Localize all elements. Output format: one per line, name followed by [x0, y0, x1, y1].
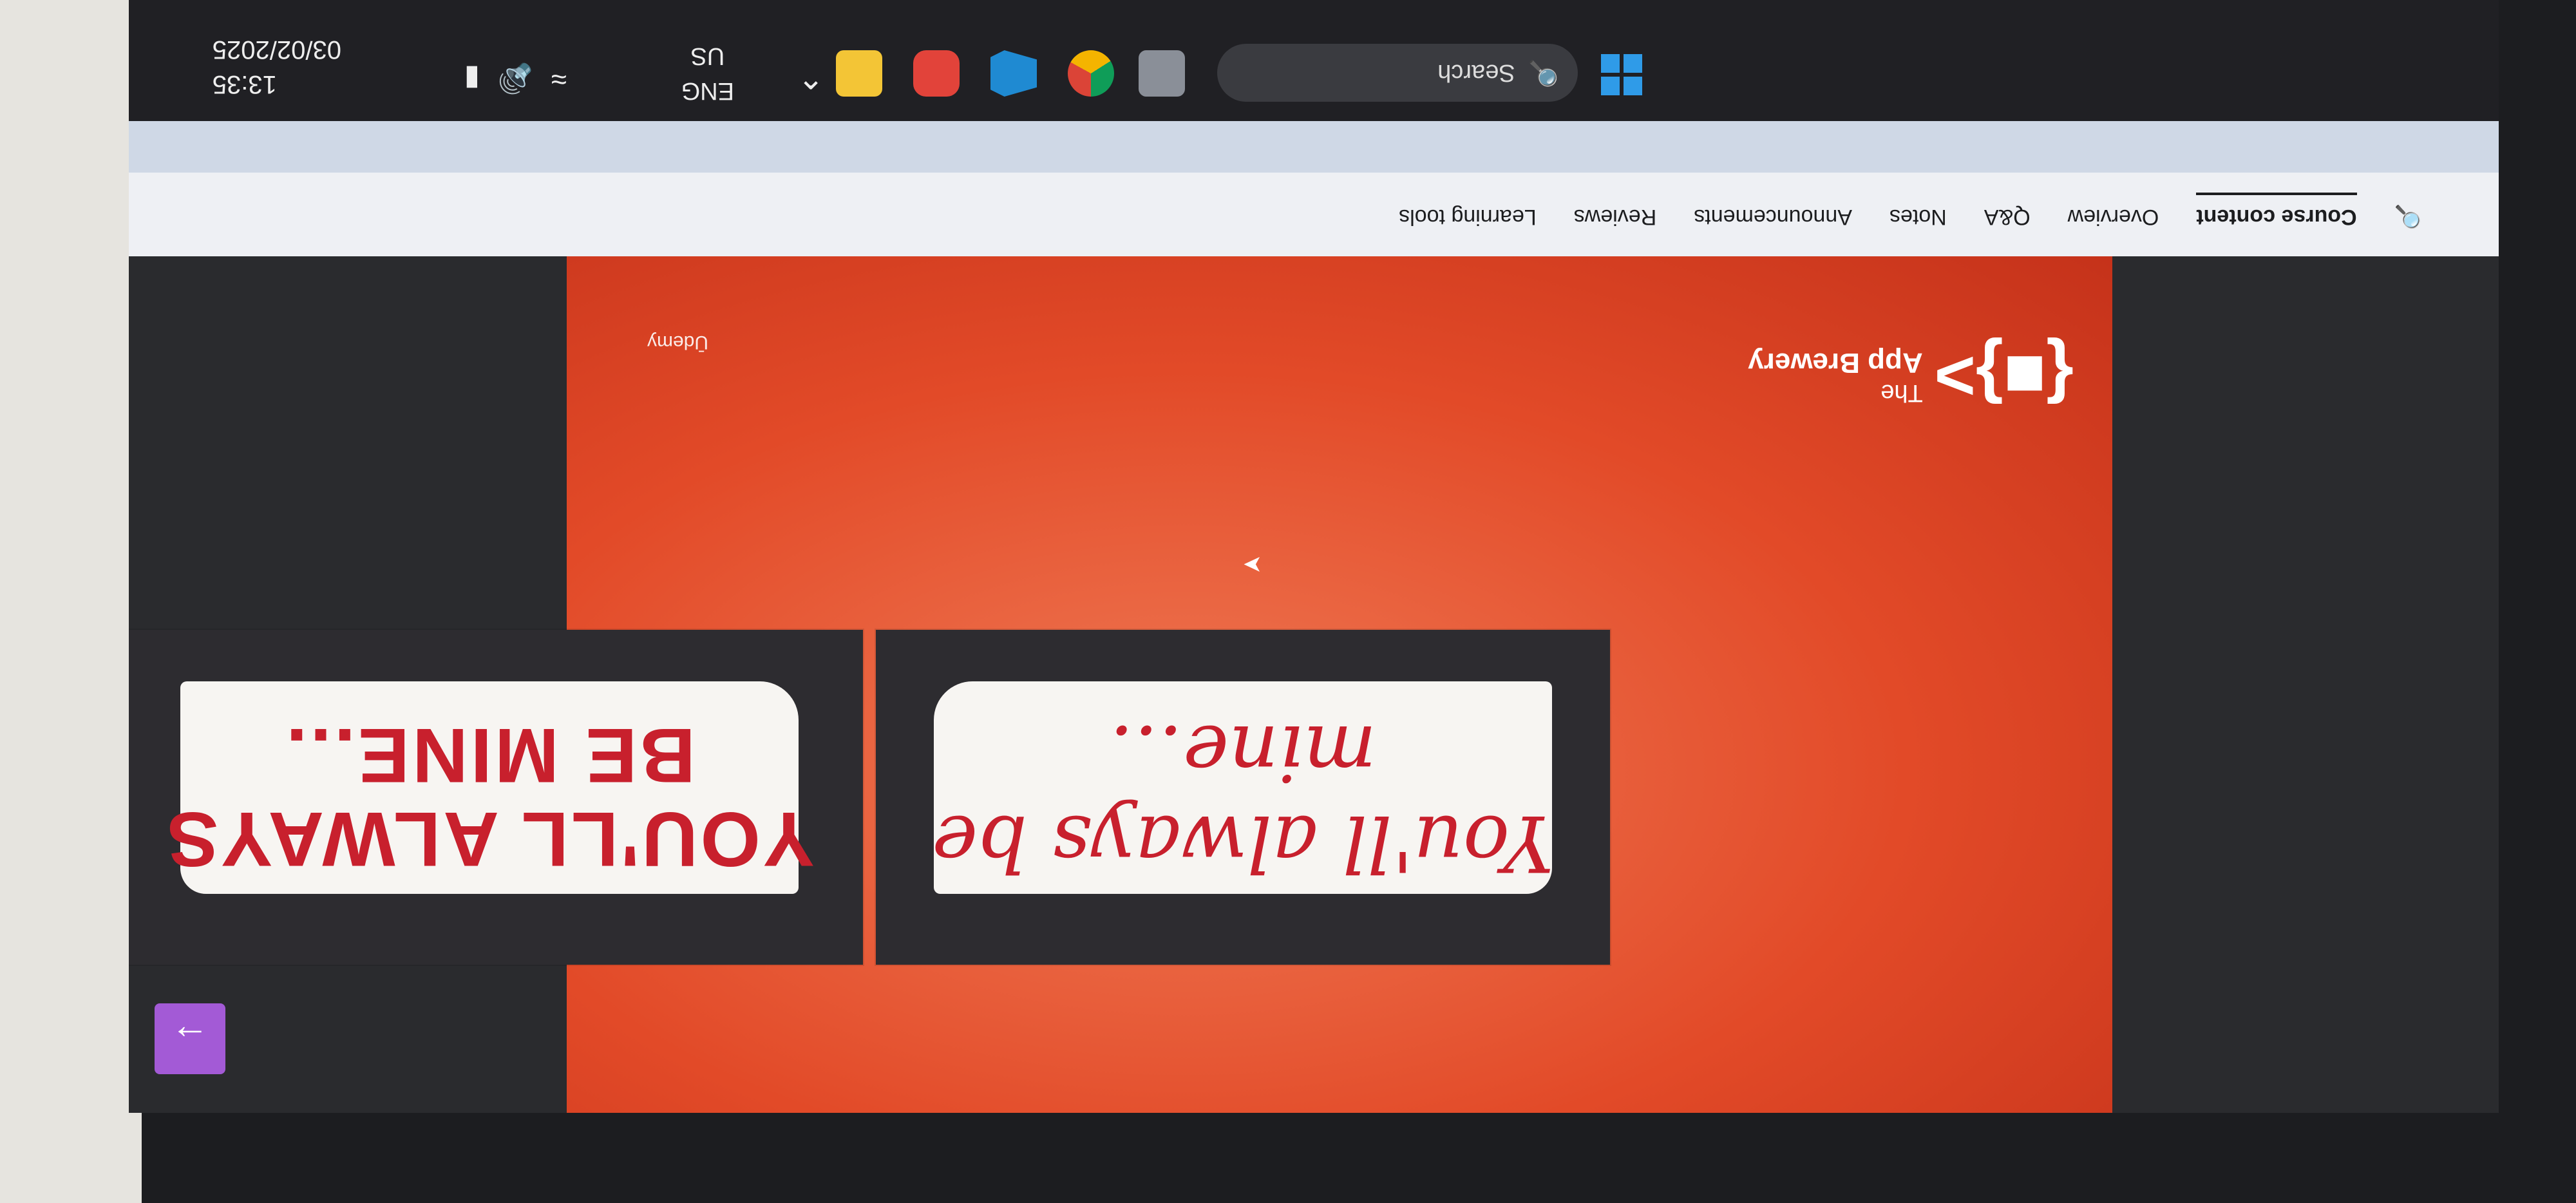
block-font-example: YOU'LL ALWAYS BE MINE...: [129, 630, 863, 965]
app-brewery-logo: {■}> The App Brewery: [1748, 336, 2074, 417]
task-view-icon[interactable]: [1139, 50, 1185, 97]
input-language[interactable]: ENG US: [681, 39, 734, 108]
region-code: US: [690, 43, 725, 70]
tab-learning-tools[interactable]: Learning tools: [1399, 193, 1537, 229]
taskbar: 🔍 Search ⌃ ENG US ≈ 🔊 ▮ 13:35 03/02/2025: [129, 0, 2499, 121]
clock-time: 13:35: [212, 70, 277, 99]
script-font-example: You'll always be mine...: [876, 630, 1610, 965]
browser-status-strip: [129, 121, 2499, 173]
tab-reviews[interactable]: Reviews: [1574, 193, 1656, 229]
search-placeholder: Search: [1437, 59, 1515, 87]
course-nav: 🔍 Course content Overview Q&A Notes Anno…: [129, 171, 2499, 256]
search-icon: 🔍: [1528, 59, 1558, 86]
video-player[interactable]: {■}> The App Brewery Ūdemy You'll always…: [129, 256, 2499, 1113]
script-note-text: You'll always be mine...: [932, 708, 1554, 887]
chrome-icon[interactable]: [1068, 50, 1114, 97]
wifi-icon[interactable]: ≈: [551, 62, 567, 95]
vscode-icon[interactable]: [990, 50, 1037, 97]
tab-notes[interactable]: Notes: [1889, 193, 1947, 229]
windows-start-icon[interactable]: [1601, 54, 1642, 95]
photographed-screen: {■}> The App Brewery Ūdemy You'll always…: [0, 0, 2576, 1203]
file-explorer-icon[interactable]: [836, 50, 882, 97]
tab-announcements[interactable]: Announcements: [1694, 193, 1852, 229]
mouse-cursor-icon: ➤: [1242, 552, 1262, 578]
battery-icon[interactable]: ▮: [464, 62, 480, 95]
search-icon[interactable]: 🔍: [2394, 193, 2421, 229]
next-lecture-button[interactable]: →: [155, 1003, 225, 1074]
paint-app-icon[interactable]: [913, 50, 960, 97]
clock[interactable]: 13:35 03/02/2025: [213, 32, 341, 102]
brackets-icon: {■}>: [1934, 337, 2074, 416]
tab-overview[interactable]: Overview: [2068, 193, 2159, 229]
language-code: ENG: [681, 77, 734, 104]
screen: {■}> The App Brewery Ūdemy You'll always…: [129, 0, 2499, 1113]
clock-date: 03/02/2025: [212, 35, 341, 64]
udemy-watermark: Ūdemy: [647, 332, 708, 353]
block-note-text: YOU'LL ALWAYS BE MINE...: [164, 712, 815, 882]
system-tray-icons[interactable]: ≈ 🔊 ▮: [464, 62, 567, 95]
taskbar-search[interactable]: 🔍 Search: [1217, 44, 1578, 102]
lecture-slide: {■}> The App Brewery Ūdemy You'll always…: [129, 256, 2112, 1113]
monitor-bezel: [0, 0, 142, 1203]
tab-course-content[interactable]: Course content: [2196, 193, 2357, 229]
logo-line2: App Brewery: [1748, 347, 1923, 379]
tab-qa[interactable]: Q&A: [1984, 193, 2031, 229]
chevron-up-icon[interactable]: ⌃: [797, 58, 824, 95]
logo-line1: The: [1880, 379, 1923, 406]
volume-icon[interactable]: 🔊: [498, 62, 533, 95]
